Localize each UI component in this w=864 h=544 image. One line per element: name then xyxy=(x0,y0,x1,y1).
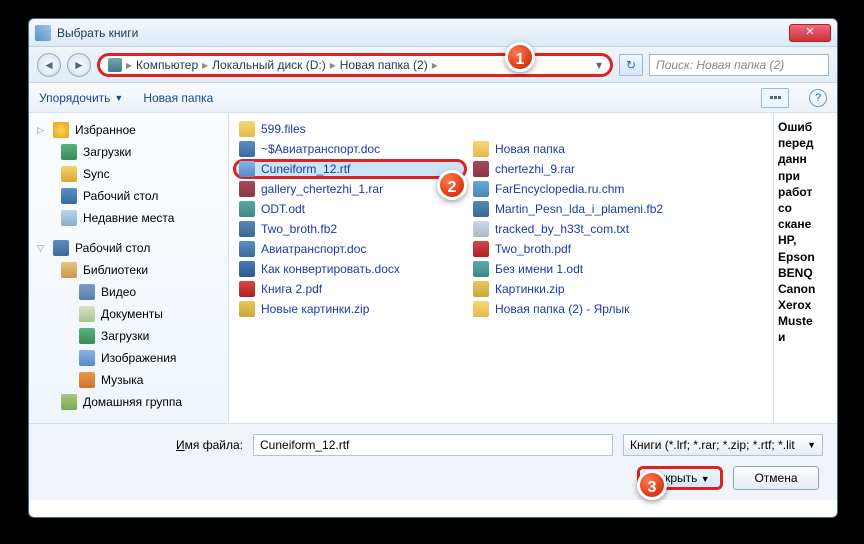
toolbar: Упорядочить ▼ Новая папка ? xyxy=(29,83,837,113)
file-item[interactable]: Новая папка xyxy=(467,139,697,159)
lnk-icon xyxy=(473,301,489,317)
odt-icon xyxy=(473,261,489,277)
folder-icon xyxy=(239,121,255,137)
organize-button[interactable]: Упорядочить ▼ xyxy=(39,91,123,105)
window-title: Выбрать книги xyxy=(57,26,789,40)
chm-icon xyxy=(473,181,489,197)
txt-icon xyxy=(473,221,489,237)
pdf-icon xyxy=(239,281,255,297)
chevron-down-icon: ▼ xyxy=(807,435,816,455)
docx-icon xyxy=(239,261,255,277)
breadcrumb[interactable]: ▸ Компьютер ▸ Локальный диск (D:) ▸ Нова… xyxy=(97,53,613,77)
doc-icon xyxy=(239,241,255,257)
file-item[interactable]: Martin_Pesn_lda_i_plameni.fb2 xyxy=(467,199,697,219)
file-item[interactable]: ODT.odt xyxy=(233,199,463,219)
file-open-dialog: Выбрать книги ✕ ◄ ► ▸ Компьютер ▸ Локаль… xyxy=(28,18,838,518)
file-item[interactable]: FarEncyclopedia.ru.chm xyxy=(467,179,697,199)
chevron-down-icon[interactable]: ▾ xyxy=(596,58,602,72)
filename-label: Имя файла: xyxy=(43,438,243,452)
crumb[interactable]: Компьютер xyxy=(136,58,198,72)
file-item[interactable]: ~$Авиатранспорт.doc xyxy=(233,139,463,159)
crumb[interactable]: Новая папка (2) xyxy=(340,58,428,72)
help-button[interactable]: ? xyxy=(809,89,827,107)
sidebar-music[interactable]: Музыка xyxy=(33,369,224,391)
sidebar-favorites[interactable]: ▷Избранное xyxy=(33,119,224,141)
file-item[interactable]: 599.files xyxy=(233,119,463,139)
preview-pane: ОшибпередданнприработсосканеHP,EpsonBENQ… xyxy=(773,113,837,423)
file-item[interactable]: Без имени 1.odt xyxy=(467,259,697,279)
sidebar-desktop-section[interactable]: ▽Рабочий стол xyxy=(33,237,224,259)
filename-input[interactable] xyxy=(253,434,613,456)
file-type-filter[interactable]: Книги (*.lrf; *.rar; *.zip; *.rtf; *.lit… xyxy=(623,434,823,456)
forward-button[interactable]: ► xyxy=(67,53,91,77)
file-item[interactable]: Как конвертировать.docx xyxy=(233,259,463,279)
sidebar: ▷Избранное Загрузки Sync Рабочий стол Не… xyxy=(29,113,229,423)
sidebar-images[interactable]: Изображения xyxy=(33,347,224,369)
file-list[interactable]: 599.files~$Авиатранспорт.docCuneiform_12… xyxy=(229,113,773,423)
navbar: ◄ ► ▸ Компьютер ▸ Локальный диск (D:) ▸ … xyxy=(29,47,837,83)
refresh-button[interactable]: ↻ xyxy=(619,54,643,76)
cancel-button[interactable]: Отмена xyxy=(733,466,819,490)
file-item[interactable]: Two_broth.pdf xyxy=(467,239,697,259)
file-item[interactable]: tracked_by_h33t_com.txt xyxy=(467,219,697,239)
zip-icon xyxy=(239,301,255,317)
sidebar-downloads2[interactable]: Загрузки xyxy=(33,325,224,347)
rar-icon xyxy=(473,161,489,177)
view-mode-button[interactable] xyxy=(761,88,789,108)
music-icon xyxy=(79,372,95,388)
pdf-icon xyxy=(473,241,489,257)
image-icon xyxy=(79,350,95,366)
sidebar-downloads[interactable]: Загрузки xyxy=(33,141,224,163)
file-item[interactable]: Книга 2.pdf xyxy=(233,279,463,299)
sidebar-homegroup[interactable]: Домашняя группа xyxy=(33,391,224,413)
file-item[interactable]: Картинки.zip xyxy=(467,279,697,299)
sync-icon xyxy=(61,166,77,182)
annotation-badge-1: 1 xyxy=(505,42,535,72)
file-item[interactable]: gallery_chertezhi_1.rar xyxy=(233,179,463,199)
fb2-icon xyxy=(239,221,255,237)
doc-icon xyxy=(239,141,255,157)
bottom-panel: Имя файла: Книги (*.lrf; *.rar; *.zip; *… xyxy=(29,423,837,500)
file-item[interactable]: chertezhi_9.rar xyxy=(467,159,697,179)
sidebar-documents[interactable]: Документы xyxy=(33,303,224,325)
file-item[interactable]: Новая папка (2) - Ярлык xyxy=(467,299,697,319)
sidebar-sync[interactable]: Sync xyxy=(33,163,224,185)
desktop-icon xyxy=(53,240,69,256)
odt-icon xyxy=(239,201,255,217)
dialog-body: ▷Избранное Загрузки Sync Рабочий стол Не… xyxy=(29,113,837,423)
file-item[interactable]: Cuneiform_12.rtf xyxy=(233,159,467,179)
library-icon xyxy=(61,262,77,278)
video-icon xyxy=(79,284,95,300)
sidebar-libraries[interactable]: Библиотеки xyxy=(33,259,224,281)
annotation-badge-2: 2 xyxy=(437,170,467,200)
sidebar-video[interactable]: Видео xyxy=(33,281,224,303)
zip-icon xyxy=(473,281,489,297)
back-button[interactable]: ◄ xyxy=(37,53,61,77)
fb2-icon xyxy=(473,201,489,217)
file-item[interactable]: Two_broth.fb2 xyxy=(233,219,463,239)
close-button[interactable]: ✕ xyxy=(789,24,831,42)
file-item[interactable]: Новые картинки.zip xyxy=(233,299,463,319)
desktop-icon xyxy=(61,188,77,204)
homegroup-icon xyxy=(61,394,77,410)
document-icon xyxy=(79,306,95,322)
recent-icon xyxy=(61,210,77,226)
titlebar: Выбрать книги ✕ xyxy=(29,19,837,47)
folder-icon xyxy=(473,141,489,157)
chevron-down-icon: ▼ xyxy=(114,93,123,103)
app-icon xyxy=(35,25,51,41)
download-icon xyxy=(61,144,77,160)
new-folder-button[interactable]: Новая папка xyxy=(143,91,213,105)
rtf-icon xyxy=(239,161,255,177)
search-input[interactable]: Поиск: Новая папка (2) xyxy=(649,54,829,76)
sidebar-desktop[interactable]: Рабочий стол xyxy=(33,185,224,207)
rar-icon xyxy=(239,181,255,197)
annotation-badge-3: 3 xyxy=(637,470,667,500)
file-item[interactable]: Авиатранспорт.doc xyxy=(233,239,463,259)
crumb[interactable]: Локальный диск (D:) xyxy=(212,58,326,72)
sidebar-recent[interactable]: Недавние места xyxy=(33,207,224,229)
download-icon xyxy=(79,328,95,344)
computer-icon xyxy=(108,58,122,72)
star-icon xyxy=(53,122,69,138)
